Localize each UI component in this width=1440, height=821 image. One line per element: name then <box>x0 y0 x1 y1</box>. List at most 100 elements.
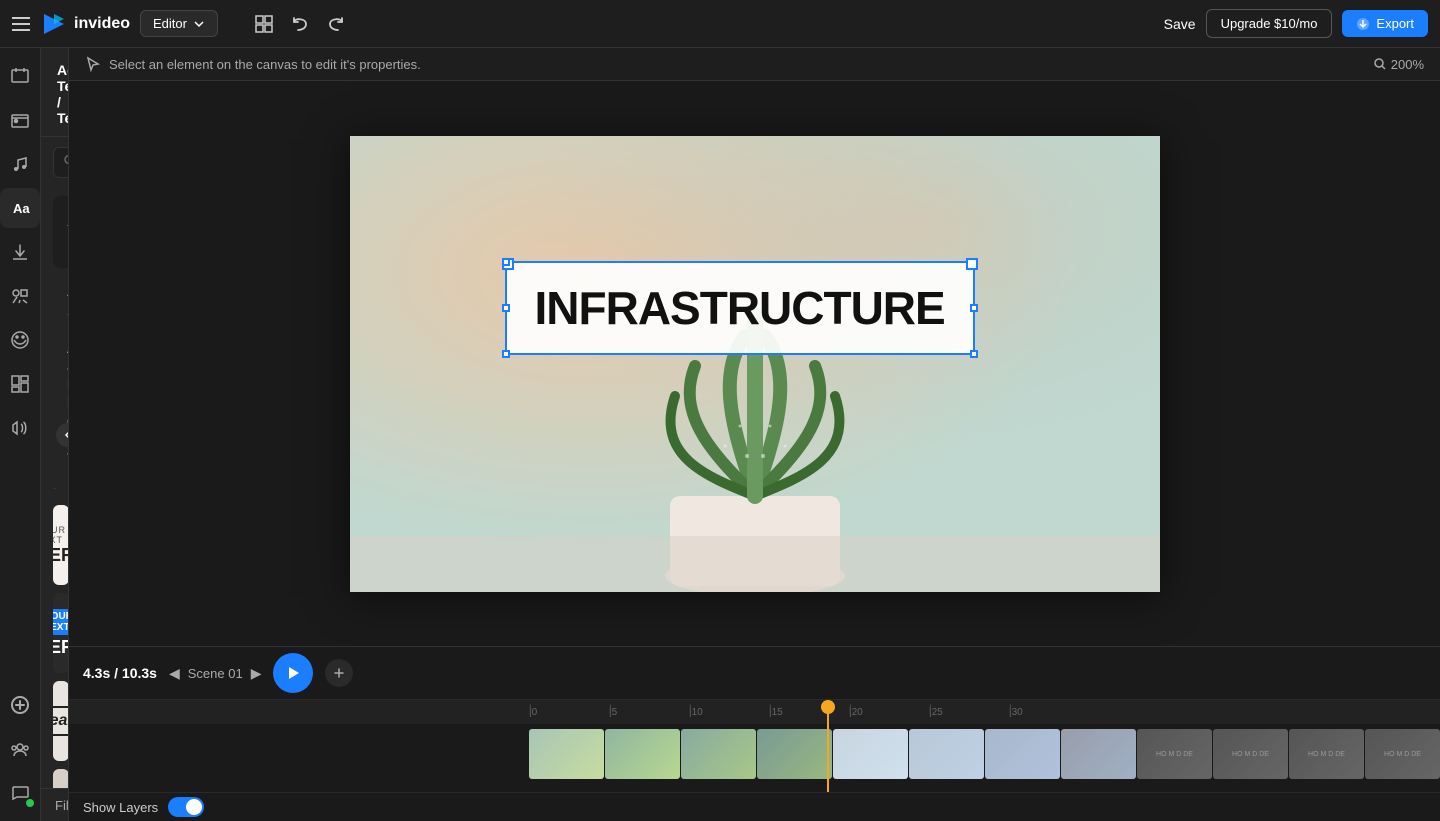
export-button[interactable]: Export <box>1342 10 1428 37</box>
clip-6[interactable] <box>909 729 984 779</box>
teams-icon <box>10 739 30 759</box>
template-item-7[interactable]: whatever you doit will <box>53 769 68 788</box>
grid-tool-button[interactable] <box>250 10 278 38</box>
reactions-icon <box>10 330 30 350</box>
save-button[interactable]: Save <box>1164 16 1196 32</box>
filters-label: Filters <box>55 798 69 813</box>
export-icon <box>1356 17 1370 31</box>
scene-next-button[interactable]: ▶ <box>251 665 262 682</box>
redo-button[interactable] <box>322 10 350 38</box>
zoom-icon <box>1373 57 1387 71</box>
template-item-3[interactable]: YOUR TEXT HERE <box>53 593 68 673</box>
topbar-left: invideo Editor <box>12 10 218 38</box>
panel-divider <box>53 488 56 489</box>
menu-icon[interactable] <box>12 17 30 31</box>
add-clip-button[interactable] <box>325 659 353 687</box>
left-panel: Add Text / Textbox Add a heading + Add a… <box>41 48 69 821</box>
sidebar-item-media[interactable] <box>0 100 40 140</box>
add-clip-icon <box>333 667 345 679</box>
icon-sidebar: Aa <box>0 48 41 821</box>
scene-prev-button[interactable]: ◀ <box>169 665 180 682</box>
background-svg <box>350 136 1160 592</box>
canvas-toolbar: Select an element on the canvas to edit … <box>69 48 1440 81</box>
clip-gray-3[interactable]: HO M D DE <box>1289 729 1364 779</box>
undo-icon <box>290 14 310 34</box>
clip-7[interactable] <box>985 729 1060 779</box>
tpl3-main: HERE <box>53 637 68 658</box>
media-icon <box>10 110 30 130</box>
topbar-tools <box>250 10 350 38</box>
track-clips: HO M D DE HO M D DE HO M D DE HO M D DE <box>529 729 1440 779</box>
add-subheading-option[interactable]: Add a subheading + <box>53 272 69 330</box>
upgrade-button[interactable]: Upgrade $10/mo <box>1206 9 1333 38</box>
clip-1[interactable] <box>529 729 604 779</box>
canvas-timeline-area: Select an element on the canvas to edit … <box>69 48 1440 821</box>
canvas-viewport[interactable]: INFRASTRUCTURE <box>69 81 1440 646</box>
tpl3-content: YOUR TEXT HERE <box>53 601 68 666</box>
ruler-mark-15: |15 <box>769 707 849 718</box>
add-heading-option[interactable]: Add a heading + <box>53 196 69 268</box>
zoom-value: 200% <box>1391 57 1424 72</box>
sidebar-item-elements[interactable] <box>0 276 40 316</box>
sidebar-item-dashboard[interactable] <box>0 364 40 404</box>
handle-tl[interactable] <box>502 258 510 266</box>
ruler-mark-5: |5 <box>609 707 689 718</box>
sidebar-item-add[interactable] <box>0 685 40 725</box>
canvas-text-content[interactable]: INFRASTRUCTURE <box>535 281 945 335</box>
clip-gray-1[interactable]: HO M D DE <box>1137 729 1212 779</box>
tpl1-bottom: HERE <box>53 545 68 566</box>
clip-3[interactable] <box>681 729 756 779</box>
sidebar-item-teams[interactable] <box>0 729 40 769</box>
search-box <box>53 147 56 178</box>
sidebar-item-download[interactable] <box>0 232 40 272</box>
handle-tr[interactable] <box>970 258 978 266</box>
sidebar-item-chat[interactable] <box>0 773 40 813</box>
tpl5-text: Yeah! <box>53 706 68 736</box>
handle-ml[interactable] <box>502 304 510 312</box>
play-button[interactable] <box>273 653 313 693</box>
clip-gray-2[interactable]: HO M D DE <box>1213 729 1288 779</box>
clip-5[interactable] <box>833 729 908 779</box>
text-icon: Aa <box>10 198 30 218</box>
time-total: 10.3s <box>122 665 157 681</box>
audio-icon <box>10 418 30 438</box>
sidebar-item-reactions[interactable] <box>0 320 40 360</box>
clip-8[interactable] <box>1061 729 1136 779</box>
grid-icon <box>254 14 274 34</box>
play-icon <box>285 665 301 681</box>
canvas-text-element[interactable]: INFRASTRUCTURE <box>505 261 975 355</box>
add-body-option[interactable]: Add a little bit of body text <box>53 334 69 472</box>
scene-label: Scene 01 <box>188 666 243 681</box>
show-layers-toggle[interactable] <box>168 797 204 817</box>
dashboard-icon <box>10 374 30 394</box>
handle-mr[interactable] <box>970 304 978 312</box>
clip-gray-4[interactable]: HO M D DE <box>1365 729 1440 779</box>
sidebar-item-audio[interactable] <box>0 408 40 448</box>
handle-br[interactable] <box>970 350 978 358</box>
template-item-5[interactable]: Yeah! <box>53 681 68 761</box>
canvas-background <box>350 136 1160 592</box>
editor-dropdown[interactable]: Editor <box>140 10 218 37</box>
time-display: 4.3s / 10.3s <box>83 665 157 681</box>
sidebar-item-scenes[interactable] <box>0 56 40 96</box>
canvas-hint: Select an element on the canvas to edit … <box>109 57 421 72</box>
clip-gray-text: HO M D DE <box>1156 751 1193 758</box>
timeline: 4.3s / 10.3s ◀ Scene 01 ▶ <box>69 646 1440 821</box>
sidebar-item-text[interactable]: Aa <box>0 188 40 228</box>
template-item-1[interactable]: YOUR TEXT HERE <box>53 505 68 585</box>
invideo-logo-icon <box>40 10 68 38</box>
undo-button[interactable] <box>286 10 314 38</box>
canvas-frame: INFRASTRUCTURE <box>350 136 1160 592</box>
clip-2[interactable] <box>605 729 680 779</box>
filters-row: Filters <box>41 788 69 821</box>
ruler-mark-0: |0 <box>529 707 609 718</box>
logo: invideo <box>40 10 130 38</box>
tpl1-top: YOUR TEXT <box>53 525 68 545</box>
handle-bl[interactable] <box>502 350 510 358</box>
clip-4[interactable] <box>757 729 832 779</box>
clip-gray-text-4: HO M D DE <box>1384 751 1421 758</box>
time-separator: / <box>114 665 122 681</box>
canvas-area: Select an element on the canvas to edit … <box>69 48 1440 646</box>
scenes-icon <box>10 66 30 86</box>
sidebar-item-music[interactable] <box>0 144 40 184</box>
